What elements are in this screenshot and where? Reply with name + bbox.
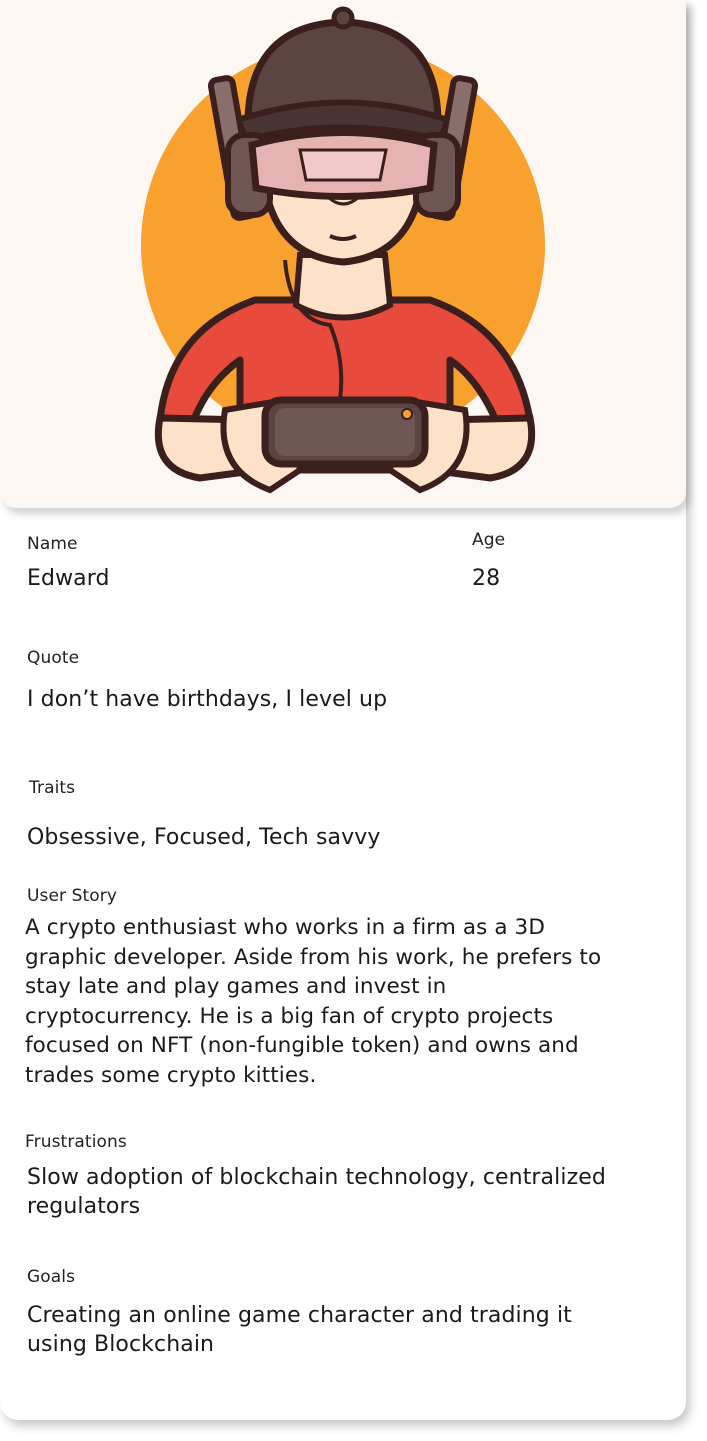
quote-label: Quote	[27, 648, 80, 668]
user-story-label: User Story	[27, 886, 118, 906]
traits-label: Traits	[29, 778, 76, 798]
frustrations-line: Slow adoption of blockchain technology, …	[27, 1165, 606, 1190]
vr-gamer-avatar-icon	[141, 6, 545, 494]
name-field: Name	[27, 534, 78, 554]
user-story-line: cryptocurrency. He is a big fan of crypt…	[25, 1003, 554, 1029]
quote-value: I don’t have birthdays, I level up	[27, 687, 388, 712]
user-story-line: stay late and play games and invest in	[25, 974, 447, 999]
user-story-text: A crypto enthusiast who works in a firm …	[25, 913, 675, 1090]
goals-label: Goals	[27, 1267, 76, 1287]
age-value: 28	[472, 566, 501, 591]
name-value: Edward	[27, 566, 110, 591]
user-story-line: graphic developer. Aside from his work, …	[25, 944, 602, 970]
persona-illustration	[0, 0, 686, 508]
frustrations-text: Slow adoption of blockchain technology, …	[27, 1163, 677, 1221]
frustrations-line: regulators	[27, 1194, 141, 1219]
traits-value: Obsessive, Focused, Tech savvy	[27, 825, 381, 850]
persona-card: Name Edward Age 28 Quote I don’t have bi…	[0, 0, 686, 1420]
goals-line: Creating an online game character and tr…	[27, 1303, 572, 1328]
frustrations-label: Frustrations	[25, 1132, 127, 1152]
name-label: Name	[27, 534, 78, 554]
user-story-line: trades some crypto kitties.	[25, 1062, 317, 1088]
age-label: Age	[472, 530, 506, 550]
goals-text: Creating an online game character and tr…	[27, 1301, 677, 1359]
goals-line: using Blockchain	[27, 1332, 215, 1357]
user-story-line: A crypto enthusiast who works in a firm …	[25, 915, 545, 940]
user-story-line: focused on NFT (non-fungible token) and …	[25, 1033, 579, 1058]
